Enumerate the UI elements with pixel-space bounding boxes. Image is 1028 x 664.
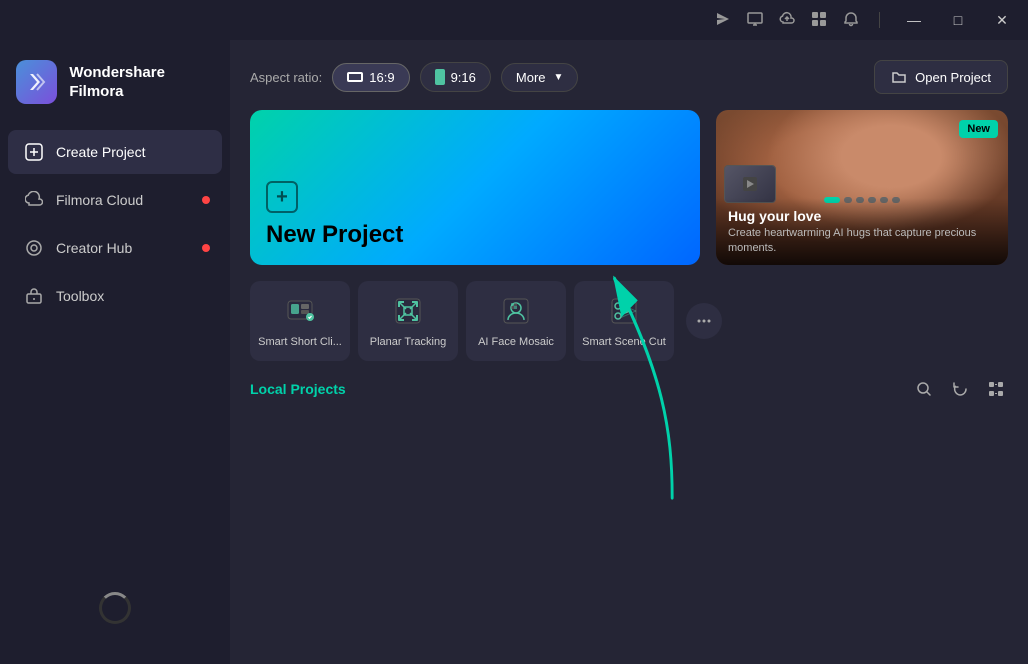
tools-row: Smart Short Cli... Planar Tracking xyxy=(250,281,1008,361)
featured-thumbnail xyxy=(724,165,776,203)
new-badge: New xyxy=(959,120,998,138)
app-body: Wondershare Filmora Create Project Filmo… xyxy=(0,40,1028,664)
bell-icon[interactable] xyxy=(843,11,859,30)
aspect-ratio-row: Aspect ratio: 16:9 9:16 More ▼ xyxy=(250,62,578,92)
titlebar-separator xyxy=(879,12,880,28)
featured-title: Hug your love xyxy=(728,208,996,224)
smart-scene-cut-label: Smart Scene Cut xyxy=(582,335,666,349)
logo-icon xyxy=(16,60,57,104)
more-aspect-button[interactable]: More ▼ xyxy=(501,63,579,92)
local-projects-header: Local Projects xyxy=(250,377,1008,401)
main-content-wrapper: Aspect ratio: 16:9 9:16 More ▼ xyxy=(250,60,1008,648)
aspect-btn-9-16[interactable]: 9:16 xyxy=(420,62,491,92)
featured-card[interactable]: New Hug your love Create heartwarming AI… xyxy=(716,110,1008,265)
creator-hub-label: Creator Hub xyxy=(56,240,206,256)
maximize-button[interactable]: □ xyxy=(944,6,972,34)
app-name: Wondershare Filmora xyxy=(69,63,214,102)
smart-scene-cut-icon xyxy=(606,293,642,329)
titlebar-icons: — □ ✕ xyxy=(715,6,1016,34)
create-project-icon xyxy=(24,142,44,162)
monitor-icon[interactable] xyxy=(747,11,763,30)
folder-icon xyxy=(891,69,907,85)
minimize-button[interactable]: — xyxy=(900,6,928,34)
creator-hub-icon xyxy=(24,238,44,258)
landscape-icon xyxy=(347,72,363,82)
smart-short-clip-icon xyxy=(282,293,318,329)
filmora-cloud-notification-dot xyxy=(202,196,210,204)
toolbox-icon xyxy=(24,286,44,306)
sidebar-item-creator-hub[interactable]: Creator Hub xyxy=(8,226,222,270)
search-projects-button[interactable] xyxy=(912,377,936,401)
sidebar-item-create-project[interactable]: Create Project xyxy=(8,130,222,174)
cards-row: + New Project New xyxy=(250,110,1008,265)
sidebar-item-toolbox[interactable]: Toolbox xyxy=(8,274,222,318)
featured-description: Create heartwarming AI hugs that capture… xyxy=(728,226,996,255)
tools-more-button[interactable] xyxy=(686,303,722,339)
local-projects-title: Local Projects xyxy=(250,381,346,397)
portrait-icon xyxy=(435,69,445,85)
sidebar: Wondershare Filmora Create Project Filmo… xyxy=(0,40,230,664)
planar-tracking-label: Planar Tracking xyxy=(370,335,446,349)
filmora-cloud-label: Filmora Cloud xyxy=(56,192,206,208)
aspect-btn-16-9[interactable]: 16:9 xyxy=(332,63,409,92)
tool-smart-short-clip[interactable]: Smart Short Cli... xyxy=(250,281,350,361)
chevron-down-icon: ▼ xyxy=(554,72,564,83)
open-project-label: Open Project xyxy=(915,70,991,85)
featured-info: Hug your love Create heartwarming AI hug… xyxy=(716,198,1008,265)
toolbox-label: Toolbox xyxy=(56,288,206,304)
sidebar-loading xyxy=(99,592,131,624)
tool-ai-face-mosaic[interactable]: AI Face Mosaic xyxy=(466,281,566,361)
aspect-169-label: 16:9 xyxy=(369,70,394,85)
cloud-upload-icon[interactable] xyxy=(779,11,795,30)
top-bar: Aspect ratio: 16:9 9:16 More ▼ xyxy=(250,60,1008,94)
aspect-ratio-label: Aspect ratio: xyxy=(250,70,322,85)
ai-face-mosaic-label: AI Face Mosaic xyxy=(478,335,554,349)
close-button[interactable]: ✕ xyxy=(988,6,1016,34)
send-icon[interactable] xyxy=(715,11,731,30)
more-label: More xyxy=(516,70,546,85)
refresh-projects-button[interactable] xyxy=(948,377,972,401)
creator-hub-notification-dot xyxy=(202,244,210,252)
smart-short-clip-label: Smart Short Cli... xyxy=(258,335,342,349)
filmora-cloud-icon xyxy=(24,190,44,210)
new-project-title: New Project xyxy=(266,221,684,249)
aspect-916-label: 9:16 xyxy=(451,70,476,85)
loading-spinner xyxy=(99,592,131,624)
new-project-plus-icon: + xyxy=(266,181,298,213)
tool-smart-scene-cut[interactable]: Smart Scene Cut xyxy=(574,281,674,361)
tool-planar-tracking[interactable]: Planar Tracking xyxy=(358,281,458,361)
titlebar: — □ ✕ xyxy=(0,0,1028,40)
create-project-label: Create Project xyxy=(56,144,206,160)
open-project-button[interactable]: Open Project xyxy=(874,60,1008,94)
app-logo: Wondershare Filmora xyxy=(0,40,230,128)
new-project-card[interactable]: + New Project xyxy=(250,110,700,265)
main-content: Aspect ratio: 16:9 9:16 More ▼ xyxy=(230,40,1028,664)
more-dots-icon xyxy=(695,312,713,330)
grid-view-button[interactable] xyxy=(984,377,1008,401)
local-projects-icons xyxy=(912,377,1008,401)
grid-icon[interactable] xyxy=(811,11,827,30)
planar-tracking-icon xyxy=(390,293,426,329)
sidebar-item-filmora-cloud[interactable]: Filmora Cloud xyxy=(8,178,222,222)
ai-face-mosaic-icon xyxy=(498,293,534,329)
